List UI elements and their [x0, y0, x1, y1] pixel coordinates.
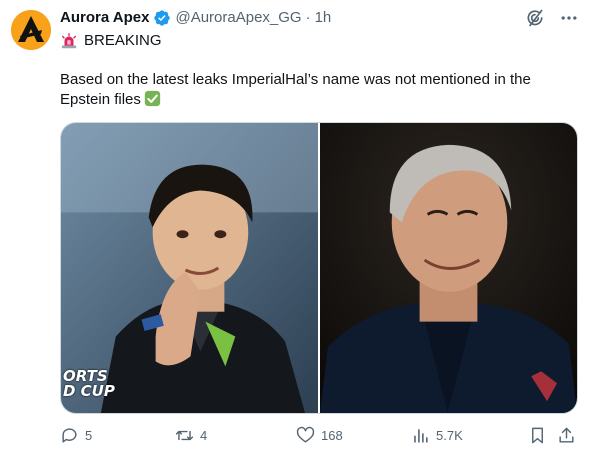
media-grid: ORTS D CUP	[60, 122, 578, 414]
handle[interactable]: @AuroraApex_GG	[175, 8, 301, 28]
retweet-count: 4	[200, 427, 208, 443]
views-icon	[411, 426, 430, 445]
breaking-text: BREAKING	[84, 32, 162, 49]
share-button[interactable]	[557, 424, 576, 446]
reply-count: 5	[85, 427, 93, 443]
aurora-logo-icon	[11, 10, 51, 50]
grok-icon[interactable]	[525, 8, 545, 28]
photo-left-text: ORTS D CUP	[63, 369, 115, 399]
timestamp[interactable]: 1h	[315, 8, 332, 28]
avatar[interactable]	[11, 10, 51, 50]
photo-left[interactable]: ORTS D CUP	[61, 123, 318, 413]
separator-dot: ·	[305, 9, 311, 26]
rotating-light-icon	[60, 32, 78, 50]
reply-icon	[60, 426, 79, 445]
retweet-icon	[175, 426, 194, 445]
retweet-button[interactable]: 4	[175, 424, 207, 446]
views-count: 5.7K	[436, 427, 463, 443]
tweet: Aurora Apex @AuroraApex_GG · 1h BREAKING…	[0, 0, 591, 453]
tweet-header: Aurora Apex @AuroraApex_GG · 1h	[60, 8, 331, 28]
tweet-body: Based on the latest leaks ImperialHal’s …	[60, 71, 531, 108]
display-name[interactable]: Aurora Apex	[60, 8, 149, 28]
more-icon[interactable]	[559, 8, 579, 28]
views-button[interactable]: 5.7K	[411, 424, 463, 446]
breaking-line: BREAKING	[60, 31, 162, 51]
top-actions	[525, 8, 579, 28]
heart-icon	[296, 426, 315, 445]
verified-badge-icon	[153, 9, 171, 27]
like-count: 168	[321, 427, 343, 443]
share-icon	[557, 426, 576, 445]
action-bar: 5 4 168 5.7K	[60, 424, 578, 446]
photo-left-text-line2: D CUP	[63, 382, 115, 400]
like-button[interactable]: 168	[296, 424, 343, 446]
tweet-text: Based on the latest leaks ImperialHal’s …	[60, 70, 570, 110]
check-mark-button-icon	[144, 90, 161, 107]
bookmark-icon	[528, 426, 547, 445]
reply-button[interactable]: 5	[60, 424, 92, 446]
photo-right[interactable]	[320, 123, 577, 413]
bookmark-button[interactable]	[528, 424, 547, 446]
